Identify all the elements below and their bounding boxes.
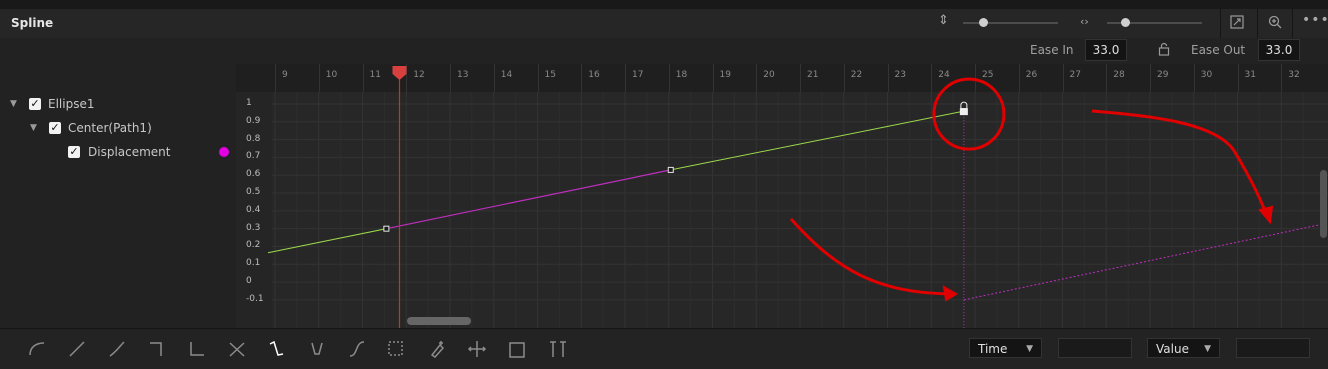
time-select-label: Time (978, 342, 1008, 356)
curve-layer[interactable] (236, 64, 1328, 328)
invert-icon[interactable] (106, 339, 128, 359)
tree-item-label: Center(Path1) (68, 121, 152, 135)
zoom-icon[interactable] (1268, 15, 1282, 33)
time-stretch-icon[interactable] (466, 339, 488, 359)
ease-in-field[interactable]: 33.0 (1085, 39, 1127, 61)
checkbox-icon[interactable]: ✓ (49, 122, 61, 134)
value-field[interactable] (1236, 338, 1310, 358)
tree-item-center-path1[interactable]: ▼ ✓ Center(Path1) (0, 118, 236, 138)
step-out-icon[interactable] (186, 339, 208, 359)
chevron-down-icon: ▼ (1026, 344, 1033, 354)
s-curve-icon[interactable] (346, 339, 368, 359)
ease-in-out-icon[interactable] (306, 339, 328, 359)
annotation-arrow (1091, 109, 1270, 220)
annotation-arrow (789, 217, 957, 296)
panel-header: Spline ⇕ ‹› ••• (0, 9, 1328, 39)
add-point-icon[interactable] (426, 339, 448, 359)
value-select[interactable]: Value ▼ (1147, 338, 1220, 358)
step-in-icon[interactable] (146, 339, 168, 359)
tree-item-label: Displacement (88, 145, 171, 159)
playhead-marker[interactable] (392, 66, 407, 80)
tree-item-ellipse1[interactable]: ▼ ✓ Ellipse1 (0, 94, 236, 114)
horizontal-scrollbar[interactable] (407, 317, 471, 325)
lock-icon[interactable] (1158, 42, 1170, 59)
horizontal-zoom-knob[interactable] (1121, 18, 1130, 27)
spline-curve[interactable] (386, 169, 671, 230)
vertical-arrows-icon[interactable]: ⇕ (938, 13, 949, 28)
value-select-label: Value (1156, 342, 1189, 356)
vertical-zoom-slider[interactable] (963, 18, 1058, 27)
color-dot-icon (219, 147, 229, 157)
spline-graph[interactable]: 9 10 11 12 13 14 15 16 17 18 19 20 21 22 23 24 25 26 27 28 2… (236, 64, 1328, 328)
annotation-circle (932, 77, 1006, 151)
checkbox-icon[interactable]: ✓ (29, 98, 41, 110)
chevron-down-icon[interactable]: ▼ (10, 94, 17, 114)
more-options-icon[interactable]: ••• (1302, 12, 1328, 28)
tangent-handle-line[interactable] (267, 228, 387, 254)
header-divider (1257, 9, 1258, 38)
horizontal-arrows-icon[interactable]: ‹› (1080, 15, 1089, 28)
shape-box-icon[interactable] (506, 339, 528, 359)
spline-tree: ▼ ✓ Ellipse1 ▼ ✓ Center(Path1) ✓ Displac… (0, 64, 236, 328)
set-key-icon[interactable] (546, 339, 568, 359)
ease-out-field[interactable]: 33.0 (1258, 39, 1300, 61)
chevron-down-icon: ▼ (1204, 344, 1211, 354)
spline-toolbar: Time ▼ Value ▼ (0, 328, 1328, 369)
smooth-icon[interactable] (26, 339, 48, 359)
horizontal-zoom-slider[interactable] (1107, 18, 1202, 27)
select-rect-icon[interactable] (386, 339, 408, 359)
keyframe-point[interactable] (383, 225, 390, 232)
linear-icon[interactable] (66, 339, 88, 359)
keyframe-point[interactable] (667, 166, 674, 173)
chevron-down-icon[interactable]: ▼ (30, 118, 37, 138)
select-all-icon[interactable] (266, 339, 288, 359)
header-divider (1292, 9, 1293, 38)
ease-out-label: Ease Out (1191, 43, 1246, 57)
reverse-icon[interactable] (226, 339, 248, 359)
tangent-handle-line[interactable] (670, 110, 964, 171)
tree-item-displacement[interactable]: ✓ Displacement (0, 142, 236, 162)
time-field[interactable] (1058, 338, 1132, 358)
key-lock-body-icon (959, 108, 968, 116)
annotation-arrowhead (1258, 205, 1274, 225)
ease-controls: Ease In 33.0 Ease Out 33.0 (0, 38, 1328, 64)
checkbox-icon[interactable]: ✓ (68, 146, 80, 158)
annotation-arrowhead (942, 285, 958, 302)
ease-in-label: Ease In (1030, 43, 1074, 57)
fit-to-window-icon[interactable] (1230, 15, 1244, 33)
time-select[interactable]: Time ▼ (969, 338, 1042, 358)
tree-item-label: Ellipse1 (48, 97, 95, 111)
header-divider (1220, 9, 1221, 38)
vertical-scrollbar[interactable] (1320, 170, 1327, 238)
vertical-zoom-knob[interactable] (979, 18, 988, 27)
extrapolation-curve (963, 222, 1328, 301)
key-lock-icon (960, 101, 968, 109)
panel-title: Spline (11, 16, 54, 30)
